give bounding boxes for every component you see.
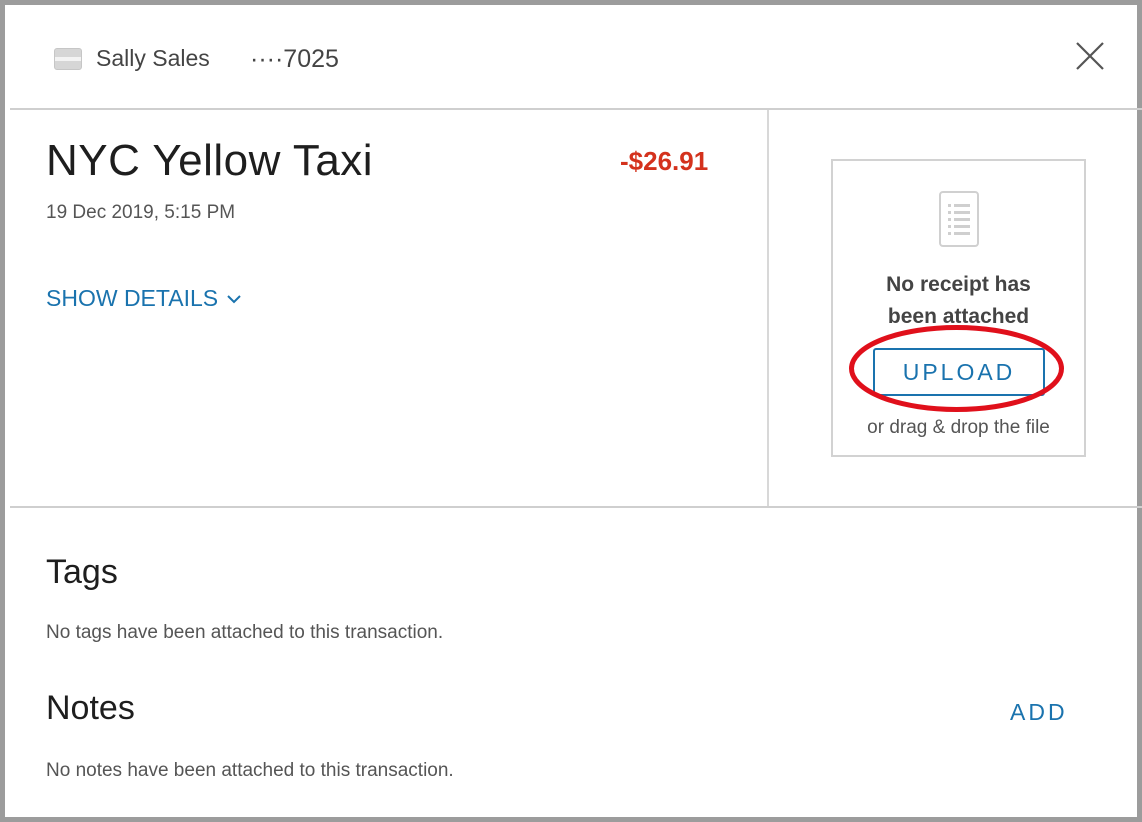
drag-drop-hint: or drag & drop the file <box>867 417 1050 438</box>
chevron-down-icon <box>227 294 241 303</box>
show-details-label: SHOW DETAILS <box>46 285 219 311</box>
no-receipt-line-1: No receipt has <box>886 273 1031 296</box>
add-note-button[interactable]: ADD <box>1010 699 1068 726</box>
receipt-icon <box>939 191 979 247</box>
credit-card-icon <box>54 48 82 70</box>
show-details-link[interactable]: SHOW DETAILS <box>46 285 242 312</box>
transaction-summary: NYC Yellow Taxi -$26.91 19 Dec 2019, 5:1… <box>10 110 1142 508</box>
notes-heading: Notes <box>46 689 135 727</box>
transaction-dialog: Sally Sales ····7025 NYC Yellow Taxi -$2… <box>0 0 1142 822</box>
account-name: Sally Sales <box>96 45 210 71</box>
dialog-header: Sally Sales ····7025 <box>10 10 1142 110</box>
notes-empty-text: No notes have been attached to this tran… <box>46 760 454 781</box>
close-button[interactable] <box>1074 40 1106 72</box>
no-receipt-message: No receipt has been attached <box>833 269 1084 333</box>
transaction-amount: -$26.91 <box>620 146 709 176</box>
vertical-divider <box>767 110 769 506</box>
tags-heading: Tags <box>46 553 118 591</box>
transaction-datetime: 19 Dec 2019, 5:15 PM <box>46 202 236 223</box>
receipt-dropzone[interactable]: No receipt has been attached UPLOAD or d… <box>831 159 1086 457</box>
account-number: ····7025 <box>250 45 339 73</box>
close-icon <box>1076 42 1104 70</box>
merchant-name: NYC Yellow Taxi <box>46 136 374 185</box>
tags-empty-text: No tags have been attached to this trans… <box>46 622 444 643</box>
upload-button[interactable]: UPLOAD <box>873 348 1045 396</box>
no-receipt-line-2: been attached <box>887 305 1030 328</box>
